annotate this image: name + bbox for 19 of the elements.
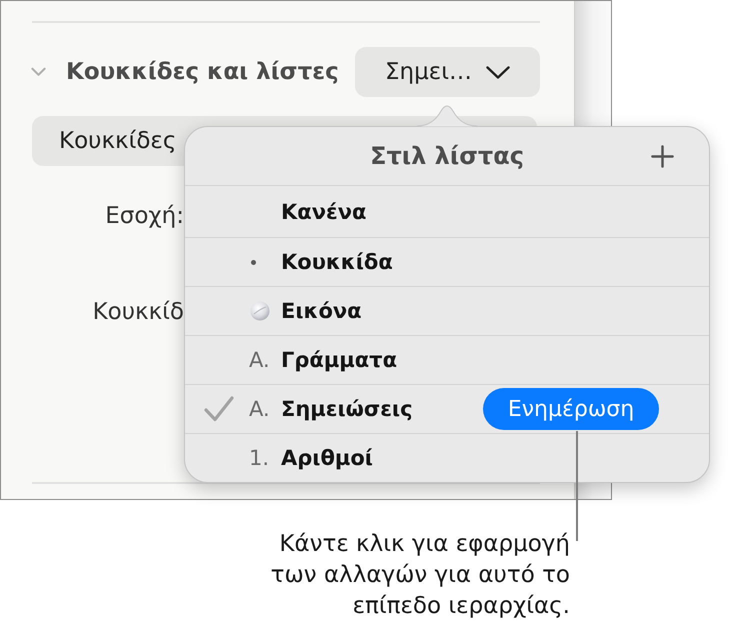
callout-text: Κάντε κλικ για εφαρμογή των αλλαγών για αυτό το επίπεδο ιεραρχίας. — [270, 530, 570, 621]
section-title: Κουκκίδες και λίστες — [66, 59, 339, 85]
field-label: Κουκκίδ — [92, 299, 184, 325]
plus-icon[interactable] — [651, 144, 674, 168]
chevron-down-icon — [486, 66, 510, 78]
list-style-option[interactable]: Κουκκίδα — [185, 237, 709, 286]
list-style-popup-button[interactable]: Σημει… — [355, 47, 540, 97]
popover-title: Στιλ λίστας — [370, 142, 524, 170]
sphere-icon — [250, 301, 270, 321]
list-marker: A. — [249, 348, 270, 372]
update-button[interactable]: Ενημέρωση — [483, 388, 659, 430]
field-label: Εσοχή: — [105, 203, 184, 229]
list-style-option[interactable]: A. Σημειώσεις Ενημέρωση — [185, 384, 709, 433]
list-style-option[interactable]: A. Γράμματα — [185, 335, 709, 384]
list-marker: 1. — [249, 446, 270, 470]
list-marker: A. — [249, 397, 270, 421]
list-style-option[interactable]: Κανένα — [185, 185, 709, 237]
bullet-dot-icon — [251, 260, 256, 264]
list-style-option[interactable]: Εικόνα — [185, 286, 709, 335]
